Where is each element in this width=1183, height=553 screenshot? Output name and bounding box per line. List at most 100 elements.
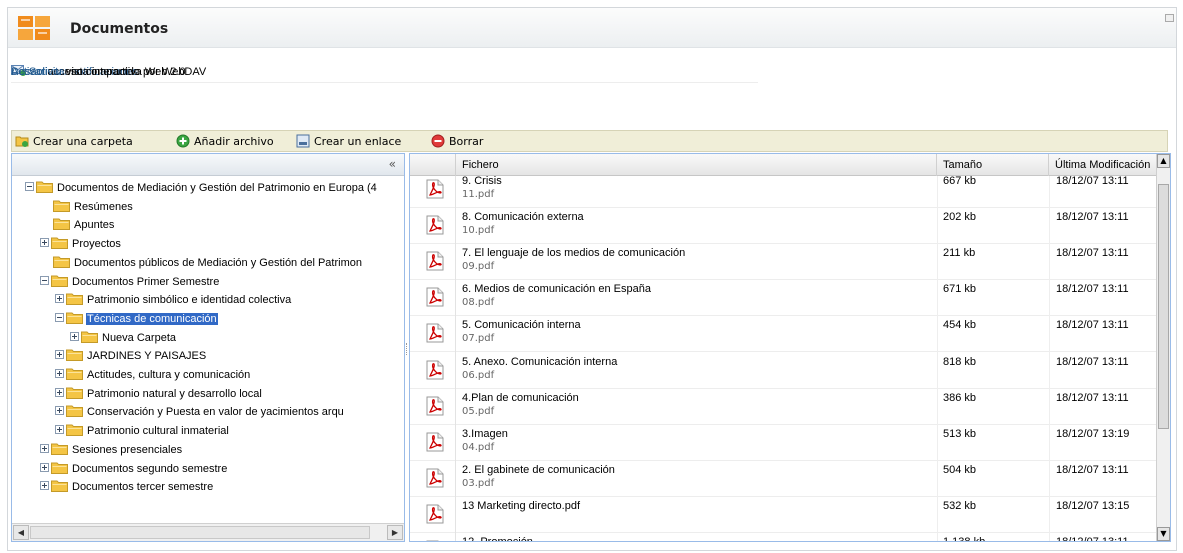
- pdf-file-icon[interactable]: [426, 287, 444, 307]
- expand-plus-icon[interactable]: [55, 294, 64, 304]
- file-title[interactable]: 5. Anexo. Comunicación interna: [462, 356, 617, 368]
- tree-node[interactable]: Documentos Primer Semestre: [40, 273, 220, 291]
- file-modified-date: 18/12/07 13:15: [1056, 499, 1130, 512]
- collapse-panel-button[interactable]: «: [389, 157, 396, 171]
- create-folder-button[interactable]: Crear una carpeta: [15, 134, 133, 150]
- file-row[interactable]: 12. Promoción 1.138 kb 18/12/07 13:11: [410, 531, 1157, 541]
- file-title[interactable]: 12. Promoción: [462, 536, 533, 541]
- file-row[interactable]: 4.Plan de comunicación 05.pdf 386 kb 18/12/…: [410, 386, 1157, 425]
- tree-horizontal-scrollbar[interactable]: ◀ ▶: [12, 523, 404, 541]
- file-row[interactable]: 2. El gabinete de comunicación 03.pdf 504 …: [410, 458, 1157, 497]
- tree-node[interactable]: Actitudes, cultura y comunicación: [55, 366, 251, 384]
- tree-node[interactable]: Resúmenes: [53, 198, 134, 216]
- file-size: 818 kb: [943, 355, 977, 368]
- tree-node[interactable]: Documentos segundo semestre: [40, 460, 228, 478]
- file-size: 211 kb: [943, 247, 976, 260]
- file-title[interactable]: 13 Marketing directo.pdf: [462, 500, 580, 512]
- file-name: 06.pdf: [462, 369, 495, 381]
- grid-vertical-scrollbar[interactable]: ▲ ▼: [1156, 154, 1170, 541]
- pdf-file-icon[interactable]: [426, 396, 444, 416]
- file-name: 07.pdf: [462, 333, 495, 345]
- pdf-file-icon[interactable]: [426, 251, 444, 271]
- file-row[interactable]: 7. El lenguaje de los medios de comunica…: [410, 242, 1157, 281]
- tree-node[interactable]: Documentos públicos de Mediación y Gesti…: [53, 254, 363, 272]
- pdf-file-icon[interactable]: [426, 179, 444, 199]
- file-name: 08.pdf: [462, 297, 495, 309]
- file-title[interactable]: 8. Comunicación externa: [462, 211, 584, 223]
- pdf-file-icon[interactable]: [426, 215, 444, 235]
- file-title[interactable]: 4.Plan de comunicación: [462, 392, 579, 404]
- expand-plus-icon[interactable]: [40, 443, 49, 453]
- file-title[interactable]: 9. Crisis: [462, 176, 502, 187]
- create-link-button[interactable]: Crear un enlace: [296, 134, 401, 150]
- tree-node[interactable]: JARDINES Y PAISAJES: [55, 347, 207, 365]
- tree-node[interactable]: Técnicas de comunicación: [55, 310, 218, 328]
- expand-plus-icon[interactable]: [55, 406, 64, 416]
- pdf-file-icon[interactable]: [426, 432, 444, 452]
- tree-node[interactable]: Patrimonio cultural inmaterial: [55, 422, 230, 440]
- file-icon-cell: [410, 176, 456, 208]
- pdf-file-icon[interactable]: [426, 504, 444, 524]
- splitter-grip[interactable]: [406, 343, 408, 355]
- file-name: 10.pdf: [462, 225, 495, 237]
- delete-button[interactable]: Borrar: [431, 134, 483, 150]
- deactivate-web2-link[interactable]: Desactivar: [11, 66, 63, 78]
- folder-icon: [66, 405, 83, 418]
- file-row[interactable]: 8. Comunicación externa 10.pdf 202 kb 18/12…: [410, 206, 1157, 245]
- expand-plus-icon[interactable]: [40, 238, 49, 248]
- tree-node[interactable]: Nueva Carpeta: [70, 329, 177, 347]
- file-title[interactable]: 3.Imagen: [462, 428, 508, 440]
- tree-node[interactable]: Patrimonio natural y desarrollo local: [55, 385, 263, 403]
- collapse-minus-icon[interactable]: [40, 275, 49, 285]
- file-title[interactable]: 6. Medios de comunicación en España: [462, 283, 651, 295]
- collapse-minus-icon[interactable]: [25, 182, 34, 191]
- expand-plus-icon[interactable]: [40, 481, 49, 491]
- file-title[interactable]: 2. El gabinete de comunicación: [462, 464, 615, 476]
- tree-node[interactable]: Patrimonio simbólico e identidad colecti…: [55, 291, 292, 309]
- scroll-right-arrow-icon[interactable]: ▶: [387, 525, 403, 540]
- folder-icon: [66, 349, 83, 362]
- file-title[interactable]: 5. Comunicación interna: [462, 319, 581, 331]
- add-file-button[interactable]: Añadir archivo: [176, 134, 274, 150]
- pdf-file-icon[interactable]: [426, 323, 444, 343]
- tree-node-label: Documentos tercer semestre: [72, 481, 214, 494]
- file-title[interactable]: 7. El lenguaje de los medios de comunica…: [462, 247, 685, 259]
- file-row[interactable]: 9. Crisis 11.pdf 667 kb 18/12/07 13:11: [410, 176, 1157, 208]
- column-header-file[interactable]: Fichero: [456, 154, 937, 176]
- scroll-up-arrow-icon[interactable]: ▲: [1157, 154, 1170, 168]
- expand-plus-icon[interactable]: [55, 387, 64, 397]
- tree-node-label: Técnicas de comunicación: [86, 312, 218, 325]
- web2-text: vista interactiva Web 2.0: [62, 66, 186, 78]
- expand-plus-icon[interactable]: [55, 350, 64, 360]
- minimize-icon[interactable]: [1165, 14, 1174, 22]
- grid-scroll-thumb[interactable]: [1158, 184, 1169, 429]
- pdf-file-icon[interactable]: [426, 468, 444, 488]
- file-row[interactable]: 3.Imagen 04.pdf 513 kb 18/12/07 13:19: [410, 422, 1157, 461]
- tree-node[interactable]: Proyectos: [40, 235, 122, 253]
- tree-node[interactable]: Documentos tercer semestre: [40, 478, 214, 496]
- collapse-minus-icon[interactable]: [55, 312, 64, 322]
- tree-node[interactable]: Conservación y Puesta en valor de yacimi…: [55, 403, 345, 421]
- pdf-file-icon[interactable]: [426, 540, 444, 541]
- expand-plus-icon[interactable]: [55, 425, 64, 435]
- scroll-thumb[interactable]: [30, 526, 370, 539]
- file-size: 667 kb: [943, 176, 977, 187]
- file-row[interactable]: 5. Anexo. Comunicación interna 06.pdf 818 …: [410, 350, 1157, 389]
- column-header-icon: [410, 154, 456, 176]
- file-row[interactable]: 13 Marketing directo.pdf 532 kb 18/12/07 1…: [410, 494, 1157, 533]
- expand-plus-icon[interactable]: [40, 462, 49, 472]
- scroll-down-arrow-icon[interactable]: ▼: [1157, 527, 1170, 541]
- scroll-left-arrow-icon[interactable]: ◀: [13, 525, 29, 540]
- tree-node[interactable]: Documentos de Mediación y Gestión del Pa…: [25, 179, 378, 197]
- folder-tree: Documentos de Mediación y Gestión del Pa…: [12, 176, 404, 523]
- tree-node-label: Apuntes: [74, 219, 115, 232]
- tree-node[interactable]: Sesiones presenciales: [40, 441, 183, 459]
- file-row[interactable]: 5. Comunicación interna 07.pdf 454 kb 18/12…: [410, 314, 1157, 353]
- expand-plus-icon[interactable]: [55, 369, 64, 378]
- column-header-modified[interactable]: Última Modificación: [1049, 154, 1159, 176]
- expand-plus-icon[interactable]: [70, 331, 79, 341]
- file-row[interactable]: 6. Medios de comunicación en España 08.pd…: [410, 278, 1157, 317]
- pdf-file-icon[interactable]: [426, 360, 444, 380]
- column-header-size[interactable]: Tamaño: [937, 154, 1049, 176]
- tree-node[interactable]: Apuntes: [53, 216, 115, 234]
